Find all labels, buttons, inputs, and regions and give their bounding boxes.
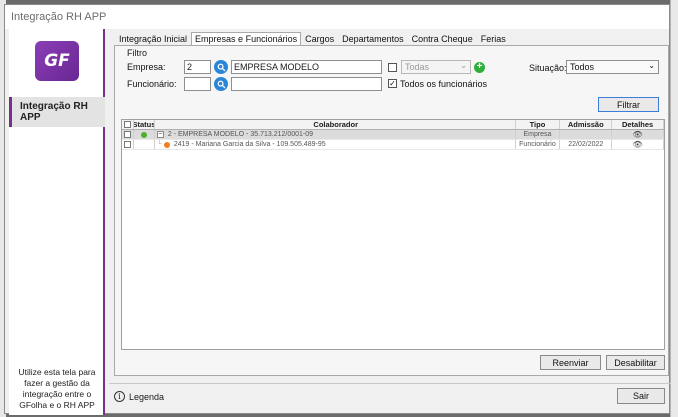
admissao-cell: 22/02/2022	[560, 140, 613, 149]
background-window-edge-right	[670, 0, 678, 417]
colaborador-text: 2419 - Mariana Garcia da Silva - 109.505…	[173, 141, 326, 148]
filter-group-title: Filtro	[127, 48, 147, 58]
situacao-label: Situação:	[529, 63, 567, 73]
integration-window: Integração RH APP GF Integração RH APP U…	[4, 4, 671, 415]
results-grid: Status Colaborador Tipo Admissão Detalhe…	[121, 119, 665, 350]
tab-ferias[interactable]: Ferias	[477, 32, 510, 46]
desabilitar-button[interactable]: Desabilitar	[606, 355, 665, 370]
sidebar: GF Integração RH APP Utilize esta tela p…	[9, 29, 105, 415]
footer-divider	[109, 383, 671, 384]
chevron-down-icon: ⌄	[648, 61, 655, 70]
todas-checkbox[interactable]	[388, 63, 397, 72]
table-row[interactable]: − 2 - EMPRESA MODELO - 35.713.212/0001-0…	[122, 130, 664, 140]
row-checkbox-cell[interactable]	[122, 140, 134, 149]
window-title: Integração RH APP	[11, 11, 107, 23]
tab-cargos[interactable]: Cargos	[301, 32, 338, 46]
header-colaborador[interactable]: Colaborador	[155, 120, 516, 129]
status-cell	[134, 130, 155, 139]
empresa-label: Empresa:	[127, 62, 166, 72]
gfolha-logo: GF	[35, 41, 79, 81]
tree-connector-icon: └	[156, 141, 162, 148]
header-detalhes[interactable]: Detalhes	[612, 120, 664, 129]
tab-departamentos[interactable]: Departamentos	[338, 32, 408, 46]
funcionario-search-button[interactable]	[214, 77, 228, 91]
tipo-cell: Empresa	[516, 130, 561, 139]
eye-icon[interactable]: 👁	[633, 140, 643, 149]
search-icon	[217, 80, 225, 88]
colaborador-cell: − 2 - EMPRESA MODELO - 35.713.212/0001-0…	[155, 130, 516, 139]
todas-select-value: Todas	[405, 62, 430, 72]
header-status[interactable]: Status	[134, 120, 155, 129]
sidebar-item-label: Integração RH APP	[20, 101, 88, 123]
header-admissao[interactable]: Admissão	[560, 120, 613, 129]
empresa-name-input[interactable]: EMPRESA MODELO	[231, 60, 382, 74]
search-icon	[217, 63, 225, 71]
legenda-link[interactable]: Legenda	[129, 392, 164, 402]
row-checkbox-cell[interactable]	[122, 130, 134, 139]
tab-contra-cheque[interactable]: Contra Cheque	[408, 32, 477, 46]
empresa-code-input[interactable]: 2	[184, 60, 211, 74]
reenviar-button[interactable]: Reenviar	[540, 355, 601, 370]
funcionario-label: Funcionário:	[127, 79, 177, 89]
detalhes-cell[interactable]: 👁	[612, 130, 664, 139]
eye-icon[interactable]: 👁	[633, 130, 643, 139]
filtrar-button[interactable]: Filtrar	[598, 97, 659, 112]
header-select-all[interactable]	[122, 120, 134, 129]
collapse-icon[interactable]: −	[156, 131, 164, 138]
sidebar-help-note: Utilize esta tela para fazer a gestão da…	[18, 367, 96, 410]
sidebar-item-integracao[interactable]: Integração RH APP	[9, 97, 105, 127]
colaborador-cell: └ 2419 - Mariana Garcia da Silva - 109.5…	[155, 140, 516, 149]
empresa-search-button[interactable]	[214, 60, 228, 74]
todos-funcionarios-checkbox[interactable]: ✓	[388, 79, 397, 88]
add-icon[interactable]: +	[474, 62, 485, 73]
detalhes-cell[interactable]: 👁	[612, 140, 664, 149]
tab-bar: Integração Inicial Empresas e Funcionári…	[115, 32, 510, 47]
select-all-checkbox[interactable]	[123, 121, 131, 128]
window-titlebar: Integração RH APP	[5, 5, 669, 29]
tab-content-panel: Filtro Empresa: 2 EMPRESA MODELO Todas ⌄…	[114, 45, 669, 376]
colaborador-text: 2 - EMPRESA MODELO - 35.713.212/0001-09	[167, 131, 314, 138]
situacao-select-value: Todos	[570, 62, 595, 72]
admissao-cell	[560, 130, 613, 139]
sair-button[interactable]: Sair	[617, 388, 665, 404]
funcionario-name-input[interactable]	[231, 77, 382, 91]
row-checkbox[interactable]	[123, 131, 131, 138]
todos-funcionarios-label: Todos os funcionários	[400, 79, 488, 89]
tab-integracao-inicial[interactable]: Integração Inicial	[115, 32, 191, 46]
header-tipo[interactable]: Tipo	[516, 120, 561, 129]
status-cell	[134, 140, 155, 149]
info-icon[interactable]: i	[114, 391, 125, 402]
status-pending-icon	[163, 141, 170, 148]
tipo-cell: Funcionário	[516, 140, 561, 149]
row-checkbox[interactable]	[123, 141, 131, 148]
funcionario-code-input[interactable]	[184, 77, 211, 91]
chevron-down-icon: ⌄	[460, 61, 467, 70]
todas-select: Todas ⌄	[401, 60, 471, 74]
situacao-select[interactable]: Todos ⌄	[566, 60, 659, 74]
table-row[interactable]: └ 2419 - Mariana Garcia da Silva - 109.5…	[122, 140, 664, 150]
grid-header: Status Colaborador Tipo Admissão Detalhe…	[122, 120, 664, 130]
status-active-icon	[140, 131, 147, 138]
